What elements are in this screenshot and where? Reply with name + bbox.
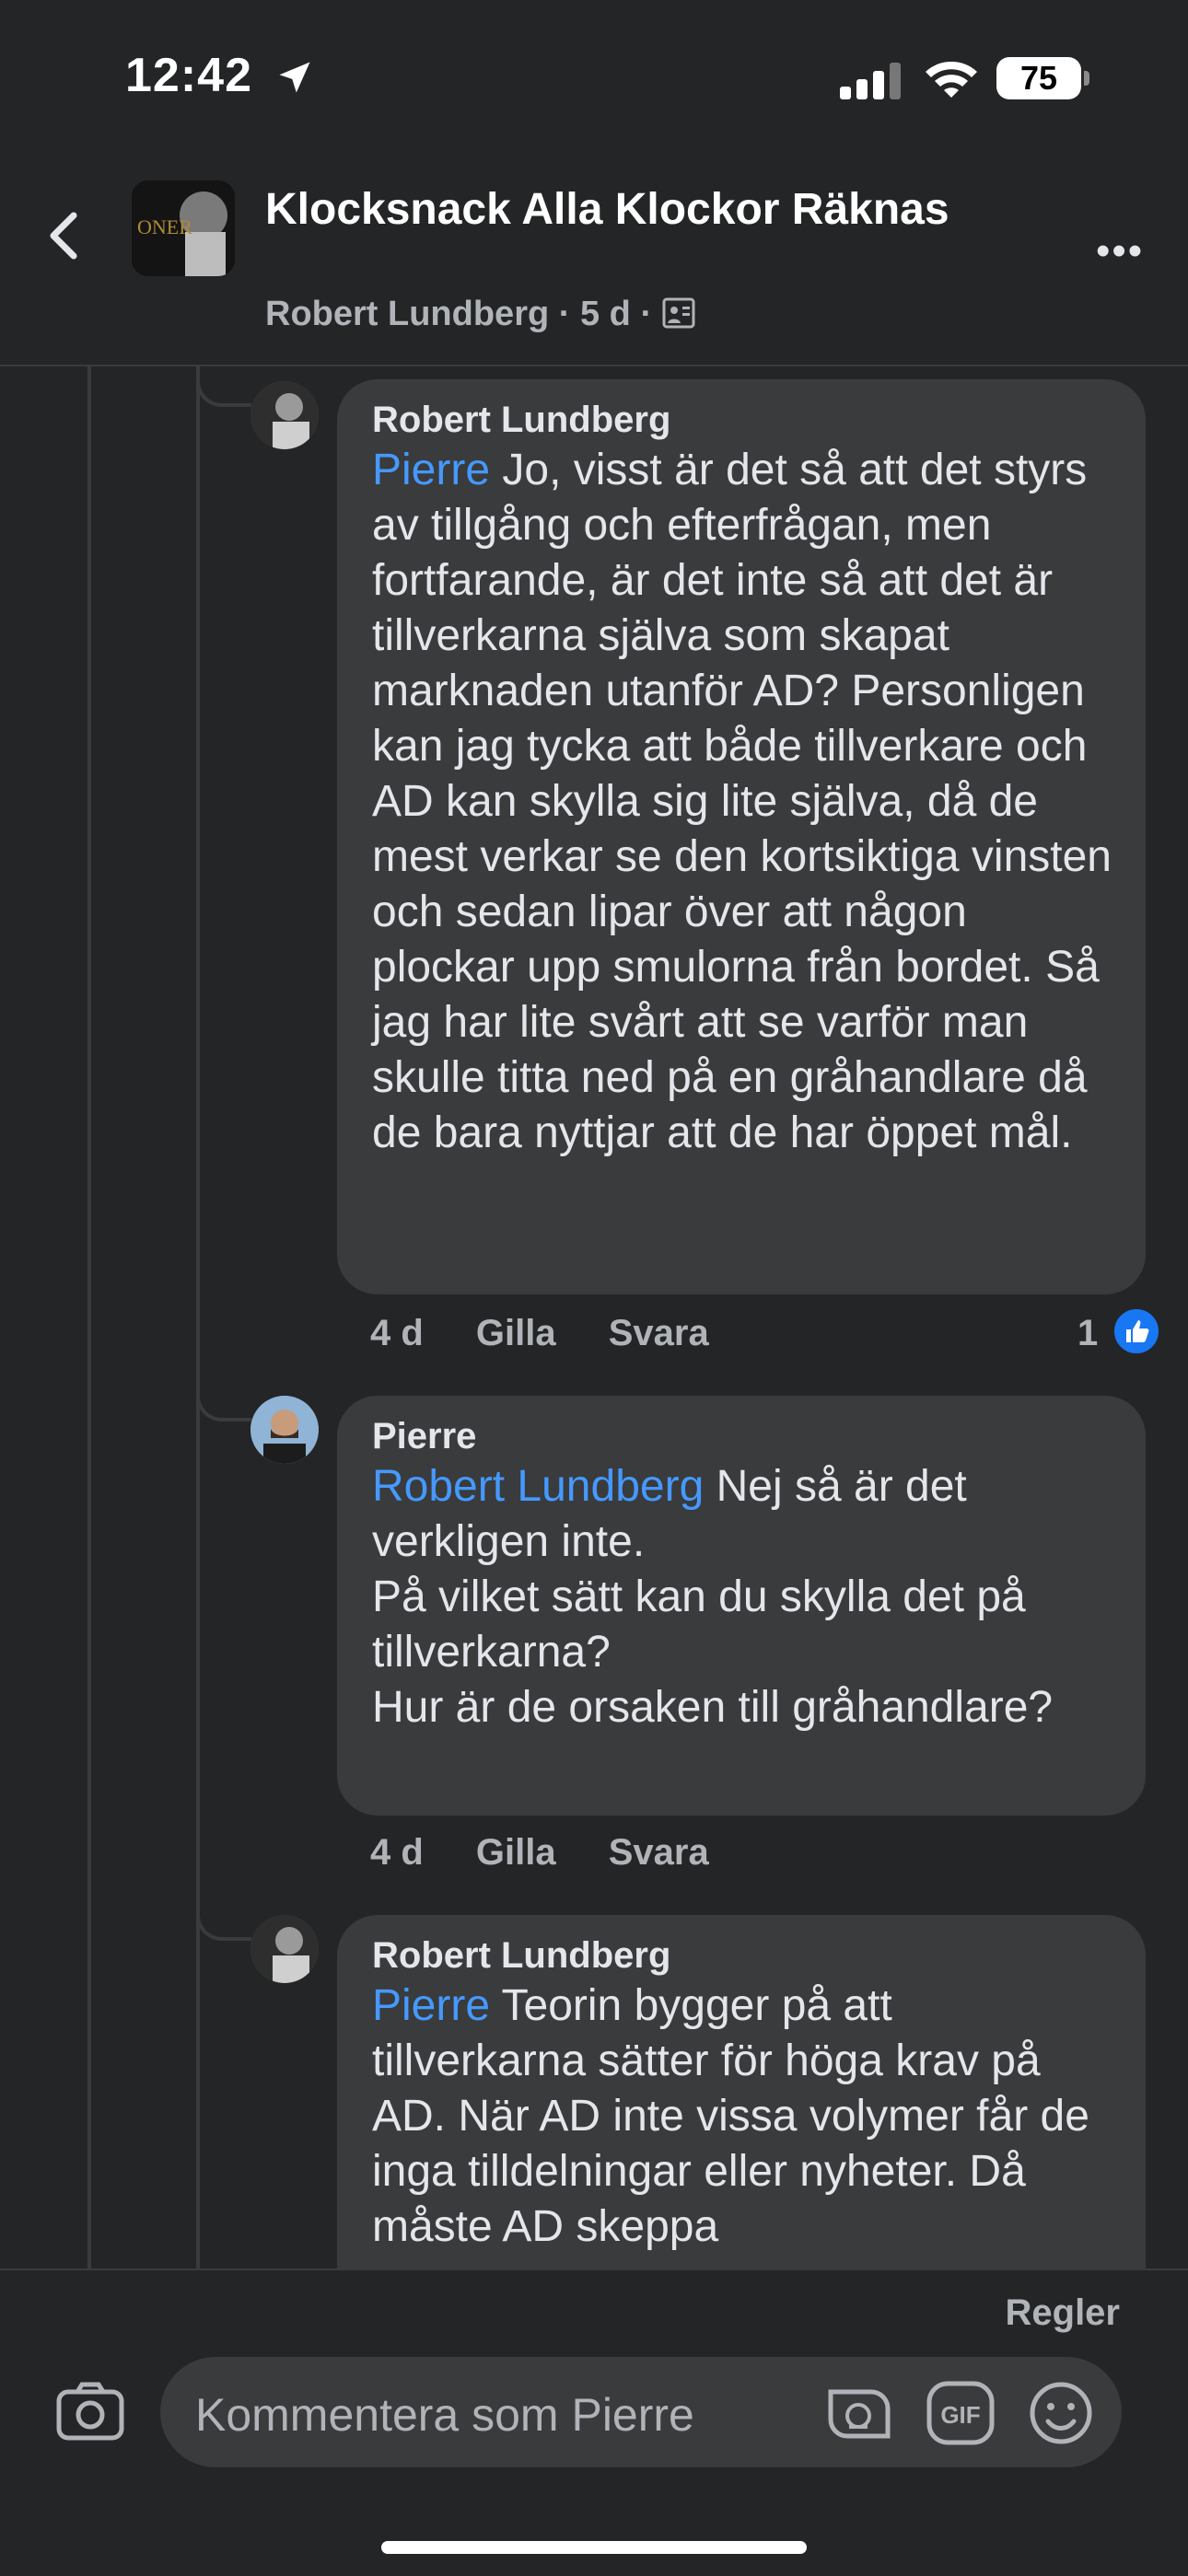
thumbs-up-icon[interactable] [1111,1305,1162,1357]
status-time: 12:42 [125,49,252,102]
comment-bubble: Robert Lundberg Pierre Jo, visst är det … [337,379,1146,1294]
mention-link[interactable]: Robert Lundberg [372,1462,704,1511]
home-indicator [381,2541,807,2554]
reply-connector [196,1898,251,1941]
thread-line-outer [87,366,91,2272]
comment-author[interactable]: Robert Lundberg [372,1935,1112,1977]
comment-placeholder: Kommentera som Pierre [195,2389,694,2441]
svg-text:GIF: GIF [940,2401,980,2429]
rules-link[interactable]: Regler [1006,2292,1121,2334]
comment-text: Robert Lundberg Nej så är det verkligen … [372,1459,1112,1735]
comment-age: 4 d [370,1832,424,1873]
avatar[interactable] [250,1396,319,1464]
like-button[interactable]: Gilla [476,1313,556,1353]
mention-link[interactable]: Pierre [372,446,490,494]
comment-actions: 4 d Gilla Svara [370,1313,751,1354]
back-chevron-icon[interactable] [46,210,83,261]
mention-link[interactable]: Pierre [372,1981,490,2030]
svg-text:ONER: ONER [137,215,192,238]
avatar[interactable] [250,1915,319,1983]
emoji-icon[interactable] [1026,2379,1096,2447]
audience-icon [662,297,695,329]
meta-separator-1: · [558,295,580,333]
post-meta: Robert Lundberg · 5 d · [265,295,695,334]
gif-icon[interactable]: GIF [925,2379,996,2447]
camera-icon[interactable] [55,2379,125,2442]
reply-connector [196,1381,251,1421]
post-age: 5 d [579,295,631,333]
comment-bubble: Pierre Robert Lundberg Nej så är det ver… [337,1396,1146,1816]
reaction-count[interactable]: 1 [1077,1313,1098,1354]
battery-nub [1084,71,1089,86]
like-button[interactable]: Gilla [476,1832,556,1873]
reply-connector [196,366,251,407]
comment-text: Pierre Teorin bygger på att tillverkarna… [372,1978,1112,2255]
avatar[interactable] [250,381,319,449]
avatar-sticker-icon[interactable] [823,2379,895,2447]
wifi-icon [926,61,977,98]
cellular-signal-icon [840,63,901,99]
comment-actions: 4 d Gilla Svara [370,1832,751,1874]
thread-line-inner [196,366,200,2272]
comment-age: 4 d [370,1313,424,1353]
status-bar: 12:42 75 [0,0,1188,138]
post-author[interactable]: Robert Lundberg [265,295,549,333]
post-header: ONER Klocksnack Alla Klockor Räknas Robe… [0,157,1188,366]
comment-author[interactable]: Pierre [372,1416,1112,1457]
comment-author[interactable]: Robert Lundberg [372,400,1112,441]
group-title[interactable]: Klocksnack Alla Klockor Räknas [265,182,965,238]
reply-button[interactable]: Svara [609,1313,709,1353]
comment-composer: Regler Kommentera som Pierre GIF [0,2269,1188,2576]
location-arrow-icon [279,62,310,93]
comment-input[interactable]: Kommentera som Pierre GIF [160,2357,1122,2467]
reply-button[interactable]: Svara [609,1832,709,1873]
comment-body: Jo, visst är det så att det styrs av til… [372,446,1112,1157]
battery-indicator: 75 [996,57,1081,99]
meta-separator-2: · [640,295,662,333]
comment-bubble: Robert Lundberg Pierre Teorin bygger på … [337,1915,1146,2320]
group-icon[interactable]: ONER [132,180,235,276]
more-icon[interactable]: ••• [1096,228,1144,274]
comment-text: Pierre Jo, visst är det så att det styrs… [372,443,1112,1161]
